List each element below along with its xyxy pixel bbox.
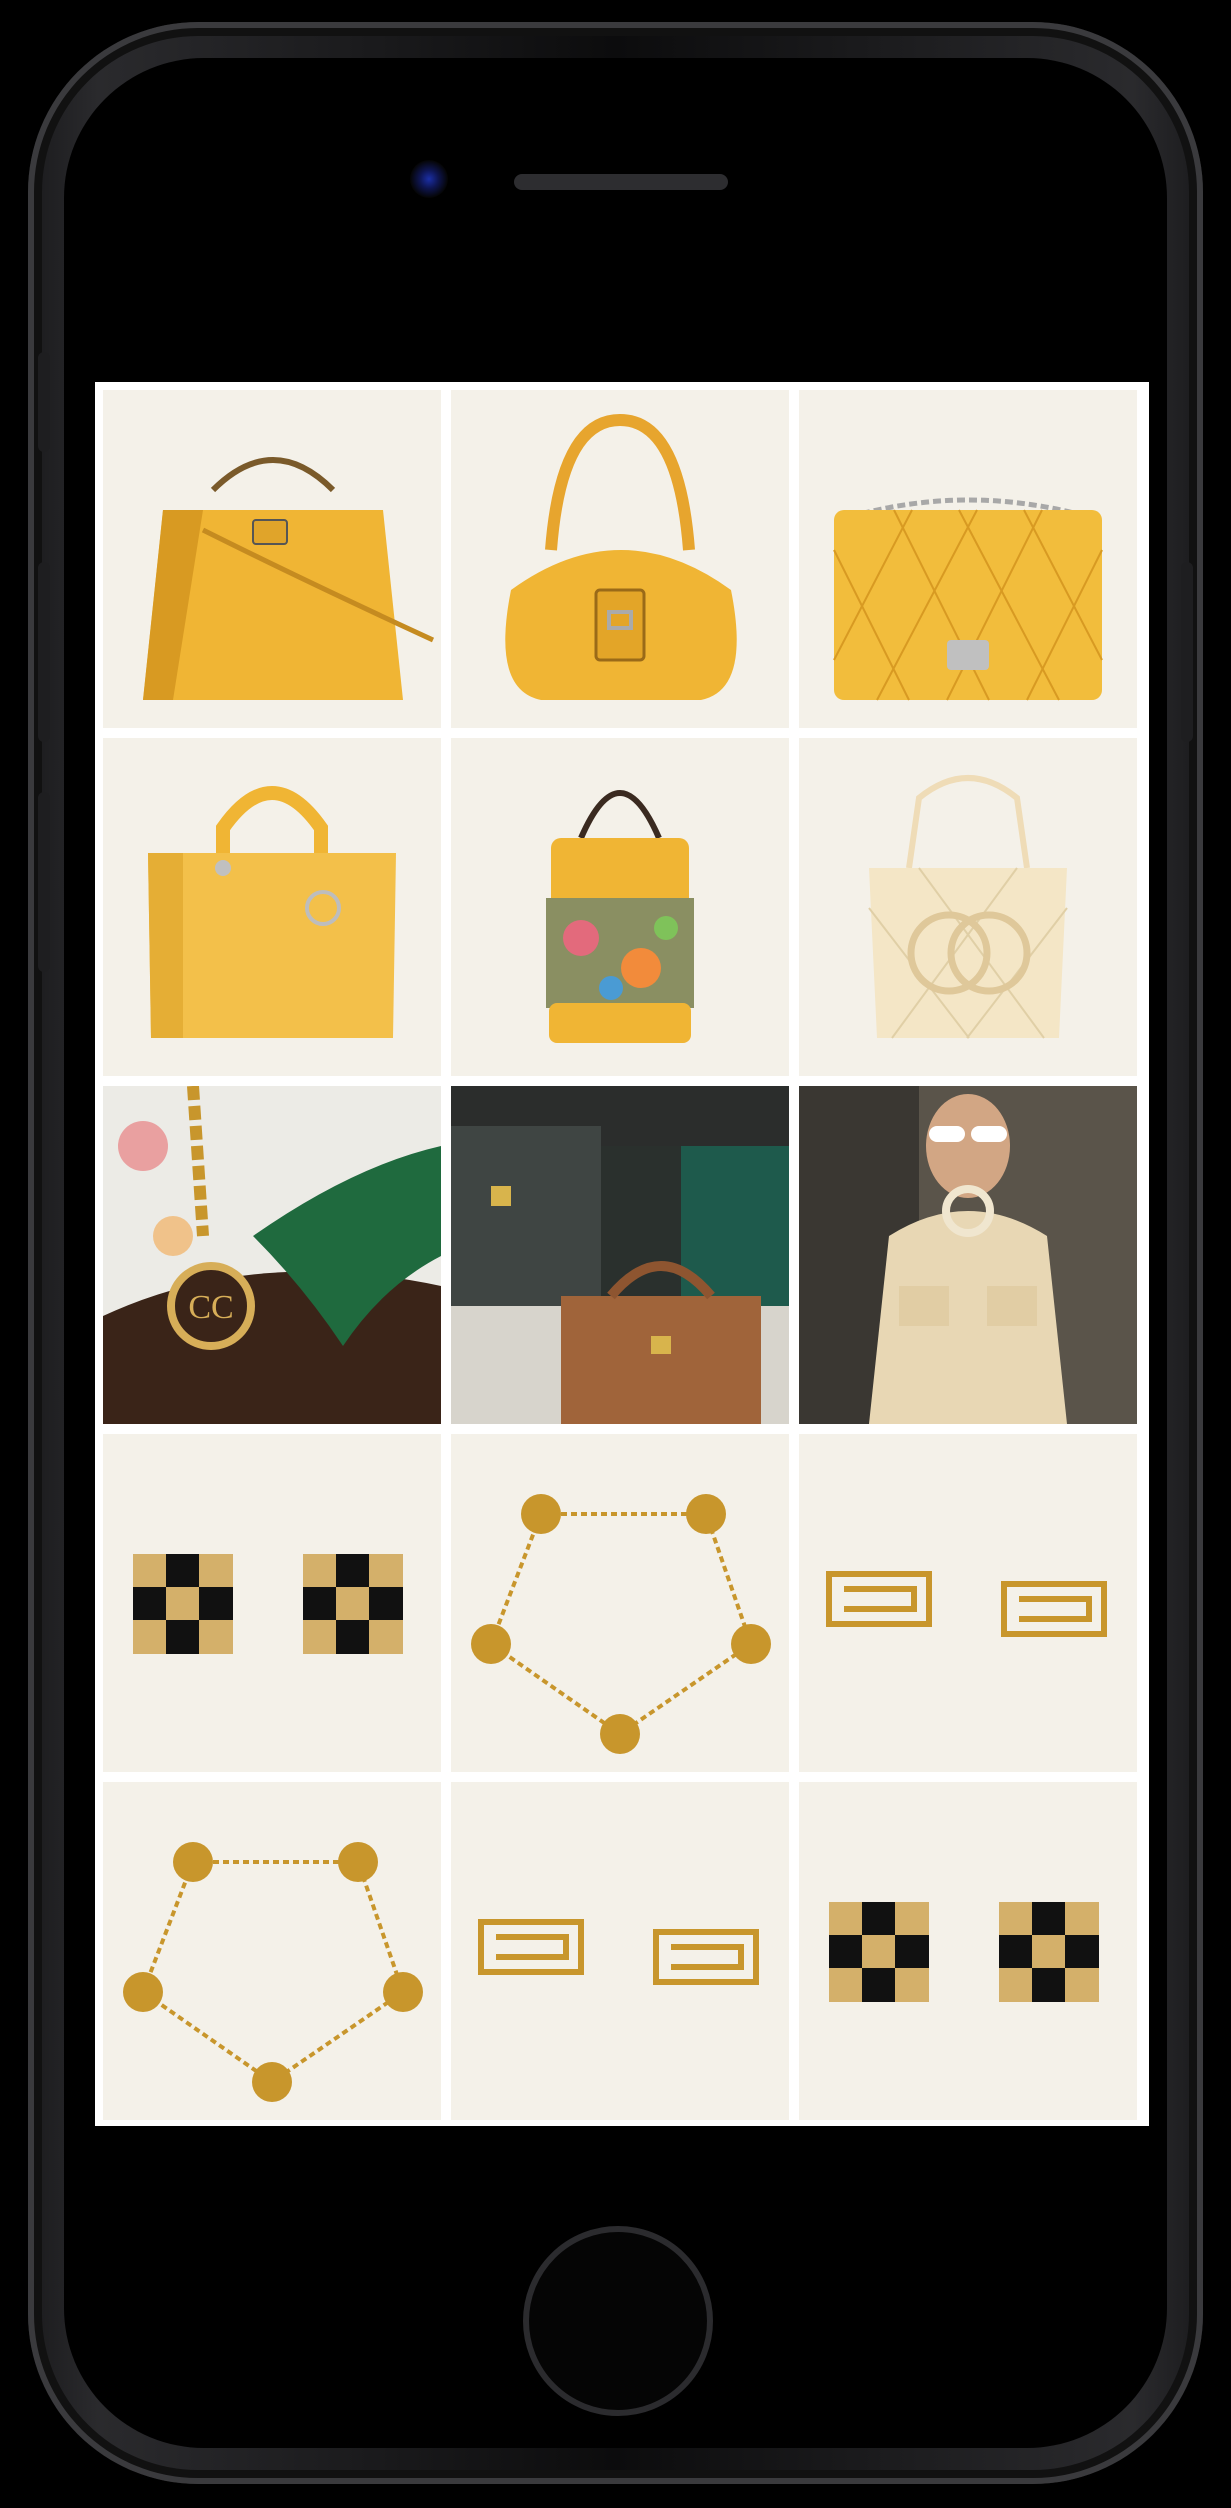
grid-item[interactable] bbox=[799, 1434, 1137, 1772]
grid-item[interactable] bbox=[799, 1782, 1137, 2120]
yellow-structured-handbag-icon bbox=[143, 457, 435, 700]
power-button bbox=[1181, 562, 1193, 742]
yellow-hobo-bag-icon bbox=[505, 413, 737, 700]
checkered-earrings-icon bbox=[133, 1554, 403, 1654]
product-grid: CC bbox=[103, 390, 1137, 2120]
grid-item[interactable] bbox=[799, 738, 1137, 1076]
mute-switch bbox=[38, 352, 50, 452]
grid-item[interactable] bbox=[451, 1086, 789, 1424]
earpiece-speaker bbox=[514, 174, 728, 190]
checkered-earrings-icon bbox=[829, 1902, 1099, 2002]
front-camera-icon bbox=[410, 160, 448, 198]
grid-item[interactable]: CC bbox=[103, 1086, 441, 1424]
grid-item[interactable] bbox=[103, 1782, 441, 2120]
logo-earrings-icon bbox=[478, 1919, 759, 1985]
yellow-tote-bag-icon bbox=[148, 786, 396, 1038]
clover-bracelet-icon bbox=[471, 1494, 771, 1754]
yellow-quilted-flap-bag-icon bbox=[833, 497, 1103, 701]
home-button[interactable] bbox=[523, 2226, 713, 2416]
dark-handbags-collection-photo-icon bbox=[451, 1086, 789, 1424]
volume-down-button bbox=[38, 792, 50, 972]
screen: CC bbox=[95, 382, 1149, 2126]
grid-item[interactable] bbox=[103, 390, 441, 728]
grid-item[interactable] bbox=[799, 390, 1137, 728]
grid-item[interactable] bbox=[451, 390, 789, 728]
svg-text:CC: CC bbox=[188, 1289, 233, 1326]
logo-earrings-icon bbox=[826, 1571, 1107, 1637]
grid-item[interactable] bbox=[103, 738, 441, 1076]
volume-up-button bbox=[38, 562, 50, 742]
model-cream-jacket-photo-icon bbox=[799, 1086, 1137, 1424]
grid-item[interactable] bbox=[451, 1434, 789, 1772]
grid-item[interactable] bbox=[103, 1434, 441, 1772]
grid-item[interactable] bbox=[451, 1782, 789, 2120]
grid-item[interactable] bbox=[451, 738, 789, 1076]
grid-item[interactable] bbox=[799, 1086, 1137, 1424]
floral-bucket-bag-icon bbox=[546, 790, 694, 1043]
clover-bracelet-icon bbox=[123, 1842, 423, 2102]
green-glove-pendant-photo-icon: CC bbox=[103, 1086, 441, 1424]
cream-quilted-tote-icon bbox=[868, 775, 1068, 1039]
